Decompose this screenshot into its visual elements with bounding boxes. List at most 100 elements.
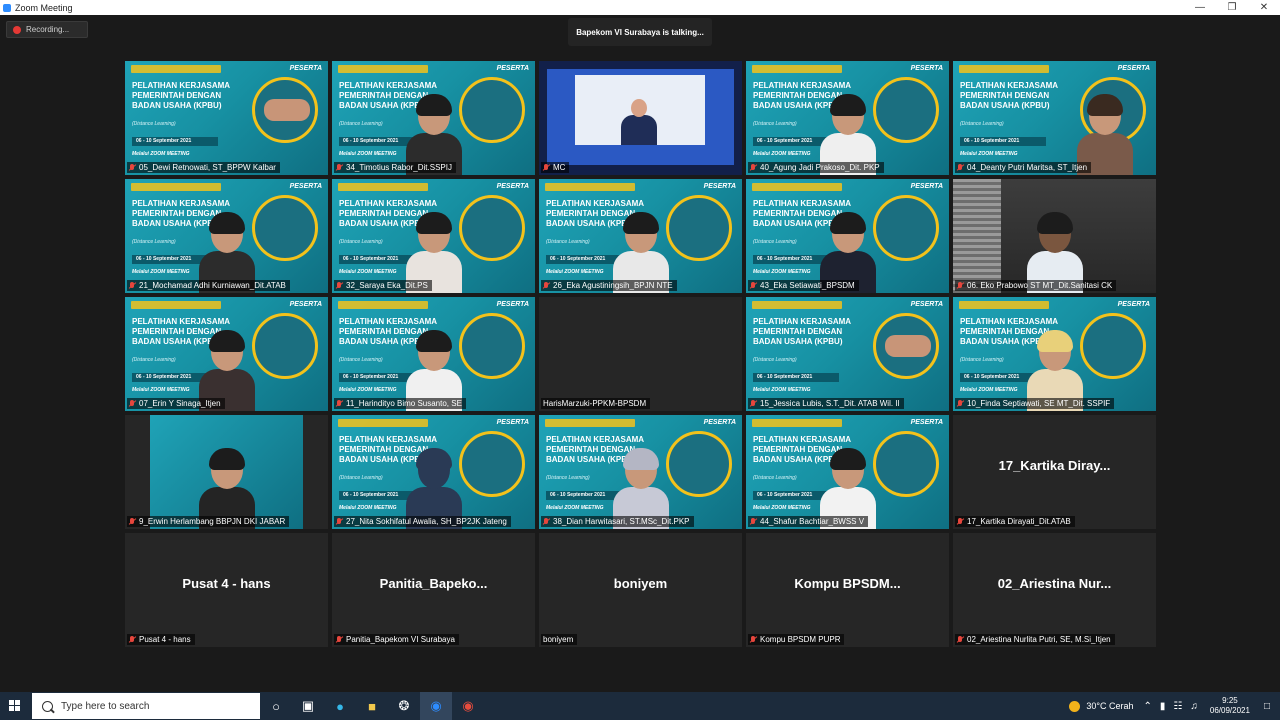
edge-browser-icon[interactable]: ● [324, 692, 356, 720]
shared-screen-video [547, 69, 734, 165]
participant-nametag: 07_Erin Y Sinaga_Itjen [127, 398, 225, 409]
participant-tile[interactable]: PESERTA PELATIHAN KERJASAMA PEMERINTAH D… [746, 297, 949, 411]
slide-logo-bar [131, 183, 221, 191]
task-view-icon[interactable]: ▣ [292, 692, 324, 720]
participant-tile[interactable]: PESERTA PELATIHAN KERJASAMA PEMERINTAH D… [332, 297, 535, 411]
battery-icon[interactable]: ▮ [1160, 701, 1166, 712]
slide-date: 06 - 10 September 2021 [132, 137, 218, 146]
participant-display-name: Kompu BPSDM... [794, 575, 901, 591]
participant-name: 40_Agung Jadi Prakoso_Dit. PKP [760, 163, 880, 172]
start-button[interactable] [0, 692, 30, 720]
participant-tile[interactable]: boniyem boniyem [539, 533, 742, 647]
slide-headline: PELATIHAN KERJASAMA PEMERINTAH DENGAN BA… [960, 81, 1058, 110]
mic-muted-icon [957, 163, 963, 172]
peserta-badge: PESERTA [910, 419, 943, 426]
peserta-badge: PESERTA [1117, 65, 1150, 72]
mic-muted-icon [957, 635, 963, 644]
slide-graphic [873, 431, 939, 497]
slide-headline: PELATIHAN KERJASAMA PEMERINTAH DENGAN BA… [753, 317, 851, 346]
participant-tile[interactable]: 02_Ariestina Nur... 02_Ariestina Nurlita… [953, 533, 1156, 647]
peserta-badge: PESERTA [910, 65, 943, 72]
slide-meeting: Melalui ZOOM MEETING [132, 387, 190, 393]
participant-name: 43_Eka Setiawati_BPSDM [760, 281, 855, 290]
slide-headline: PELATIHAN KERJASAMA PEMERINTAH DENGAN BA… [132, 81, 230, 110]
participant-tile[interactable]: MC [539, 61, 742, 175]
zoom-taskbar-icon[interactable]: ◉ [420, 692, 452, 720]
participant-tile[interactable]: PESERTA PELATIHAN KERJASAMA PEMERINTAH D… [539, 415, 742, 529]
participant-tile[interactable]: PESERTA PELATIHAN KERJASAMA PEMERINTAH D… [746, 179, 949, 293]
peserta-badge: PESERTA [289, 301, 322, 308]
participant-tile[interactable]: PESERTA PELATIHAN KERJASAMA PEMERINTAH D… [746, 415, 949, 529]
slide-subtitle: (Distance Learning) [753, 475, 797, 481]
slide-meeting: Melalui ZOOM MEETING [339, 505, 397, 511]
participant-name: 17_Kartika Dirayati_Dit.ATAB [967, 517, 1071, 526]
participant-tile[interactable]: Panitia_Bapeko... Panitia_Bapekom VI Sur… [332, 533, 535, 647]
participant-name: Kompu BPSDM PUPR [760, 635, 841, 644]
mic-muted-icon [750, 399, 756, 408]
minimize-button[interactable]: — [1184, 2, 1216, 13]
slide-graphic [1080, 313, 1146, 379]
participant-tile[interactable]: PESERTA PELATIHAN KERJASAMA PEMERINTAH D… [332, 61, 535, 175]
search-placeholder: Type here to search [61, 700, 150, 712]
taskbar-search[interactable]: Type here to search [32, 693, 260, 719]
slide-graphic [459, 77, 525, 143]
file-explorer-icon[interactable]: ■ [356, 692, 388, 720]
participant-tile[interactable]: PESERTA PELATIHAN KERJASAMA PEMERINTAH D… [539, 179, 742, 293]
slide-logo-bar [959, 65, 1049, 73]
slide-meeting: Melalui ZOOM MEETING [132, 151, 190, 157]
mic-muted-icon [543, 281, 549, 290]
participant-tile[interactable]: PESERTA PELATIHAN KERJASAMA PEMERINTAH D… [125, 61, 328, 175]
slide-logo-bar [752, 65, 842, 73]
participant-tile[interactable]: 17_Kartika Diray... 17_Kartika Dirayati_… [953, 415, 1156, 529]
participant-tile[interactable]: PESERTA PELATIHAN KERJASAMA PEMERINTAH D… [332, 179, 535, 293]
participant-tile[interactable]: PESERTA PELATIHAN KERJASAMA PEMERINTAH D… [125, 297, 328, 411]
volume-icon[interactable]: ♫ [1190, 701, 1198, 712]
participant-nametag: Kompu BPSDM PUPR [748, 634, 845, 645]
participant-nametag: 27_Nita Sokhifatul Awalia, SH_BP2JK Jate… [334, 516, 511, 527]
participant-tile[interactable]: 06. Eko Prabowo ST MT_Dit.Sanitasi CK [953, 179, 1156, 293]
participant-nametag: 34_Timotius Rabor_Dit.SSPIJ [334, 162, 456, 173]
slide-graphic [666, 431, 732, 497]
close-button[interactable]: ✕ [1248, 2, 1280, 13]
maximize-button[interactable]: ❐ [1216, 2, 1248, 13]
clock-date: 06/09/2021 [1209, 706, 1250, 715]
participant-tile[interactable]: PESERTA PELATIHAN KERJASAMA PEMERINTAH D… [953, 297, 1156, 411]
notifications-icon[interactable]: □ [1264, 701, 1270, 712]
taskbar-clock[interactable]: 9:25 06/09/2021 [1210, 696, 1250, 716]
participant-nametag: 11_Harindityo Bimo Susanto, SE [334, 398, 466, 409]
peserta-badge: PESERTA [289, 183, 322, 190]
cortana-icon[interactable]: ○ [260, 692, 292, 720]
system-tray: 30°C Cerah ⌃ ▮ ☷ ♫ 9:25 06/09/2021 □ [1069, 692, 1280, 720]
app-icon[interactable]: ❂ [388, 692, 420, 720]
participant-tile[interactable]: HarisMarzuki-PPKM-BPSDM [539, 297, 742, 411]
participant-tile[interactable]: 9_Erwin Herlambang BBPJN DKI JABAR [125, 415, 328, 529]
slide-subtitle: (Distance Learning) [132, 121, 176, 127]
participant-name: 04_Deanty Putri Maritsa, ST_Itjen [967, 163, 1088, 172]
participant-name: 05_Dewi Retnowati, ST_BPPW Kalbar [139, 163, 276, 172]
chrome-browser-icon[interactable]: ◉ [452, 692, 484, 720]
participant-tile[interactable]: Kompu BPSDM... Kompu BPSDM PUPR [746, 533, 949, 647]
slide-subtitle: (Distance Learning) [546, 239, 590, 245]
participant-tile[interactable]: PESERTA PELATIHAN KERJASAMA PEMERINTAH D… [332, 415, 535, 529]
slide-logo-bar [752, 183, 842, 191]
slide-meeting: Melalui ZOOM MEETING [753, 505, 811, 511]
slide-meeting: Melalui ZOOM MEETING [546, 505, 604, 511]
participant-nametag: MC [541, 162, 570, 173]
participant-tile[interactable]: PESERTA PELATIHAN KERJASAMA PEMERINTAH D… [125, 179, 328, 293]
participant-nametag: 32_Saraya Eka_Dit.PS [334, 280, 432, 291]
mic-muted-icon [129, 163, 135, 172]
chevron-up-icon[interactable]: ⌃ [1144, 701, 1152, 712]
recording-indicator[interactable]: Recording... [6, 21, 88, 38]
participant-nametag: HarisMarzuki-PPKM-BPSDM [541, 398, 651, 409]
participant-tile[interactable]: PESERTA PELATIHAN KERJASAMA PEMERINTAH D… [746, 61, 949, 175]
weather-label[interactable]: 30°C Cerah [1086, 701, 1133, 711]
participant-tile[interactable]: PESERTA PELATIHAN KERJASAMA PEMERINTAH D… [953, 61, 1156, 175]
participant-nametag: 04_Deanty Putri Maritsa, ST_Itjen [955, 162, 1092, 173]
network-icon[interactable]: ☷ [1173, 701, 1182, 712]
slide-date: 06 - 10 September 2021 [960, 137, 1046, 146]
slide-logo-bar [959, 301, 1049, 309]
participant-name: MC [553, 163, 566, 172]
gallery-grid: PESERTA PELATIHAN KERJASAMA PEMERINTAH D… [125, 61, 1156, 648]
participant-nametag: 44_Shafur Bachtiar_BWSS V [748, 516, 869, 527]
participant-tile[interactable]: Pusat 4 - hans Pusat 4 - hans [125, 533, 328, 647]
